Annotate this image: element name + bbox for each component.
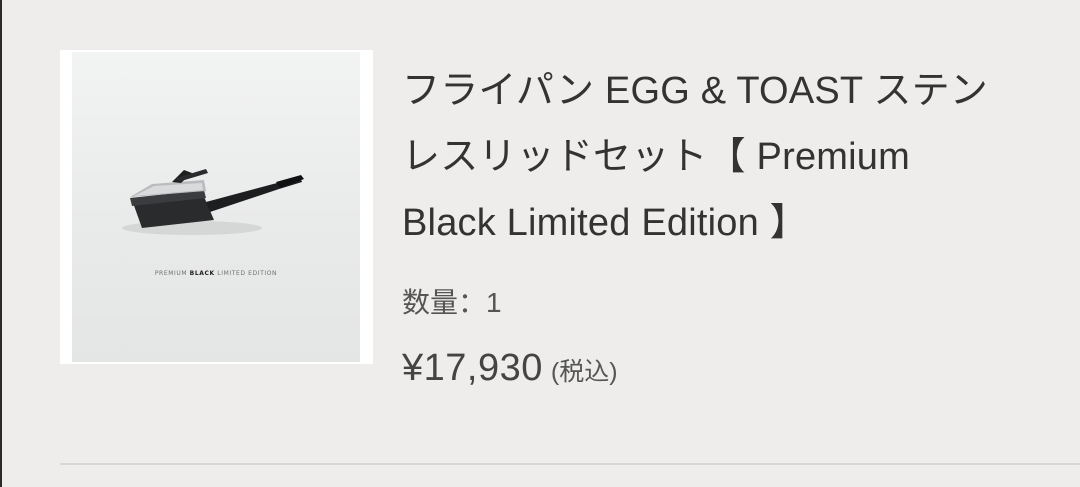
product-title[interactable]: フライパン EGG & TOAST ステン レスリッドセット【 Premium …: [402, 58, 1078, 256]
edition-bold: BLACK: [189, 270, 215, 277]
cart-screen: PREMIUM BLACK LIMITED EDITION フライパン EGG …: [0, 0, 1080, 487]
edition-prefix: PREMIUM: [154, 270, 188, 277]
price-row: ¥17,930 (税込): [402, 347, 618, 390]
product-title-line-3: Black Limited Edition 】: [402, 202, 808, 244]
edition-suffix: LIMITED EDITION: [217, 270, 278, 277]
product-title-line-2: レスリッドセット【 Premium: [402, 136, 910, 178]
tax-note: (税込): [550, 358, 618, 386]
cart-item: PREMIUM BLACK LIMITED EDITION フライパン EGG …: [0, 0, 1080, 487]
frying-pan-illustration: [122, 169, 304, 235]
product-image[interactable]: PREMIUM BLACK LIMITED EDITION: [60, 50, 373, 364]
product-title-line-1: フライパン EGG & TOAST ステン: [402, 70, 988, 112]
product-photo: PREMIUM BLACK LIMITED EDITION: [72, 52, 360, 362]
edition-label: PREMIUM BLACK LIMITED EDITION: [72, 270, 360, 277]
quantity-label: 数量：1: [402, 287, 502, 318]
item-divider: [60, 463, 1080, 465]
price-amount: ¥17,930: [402, 347, 543, 389]
